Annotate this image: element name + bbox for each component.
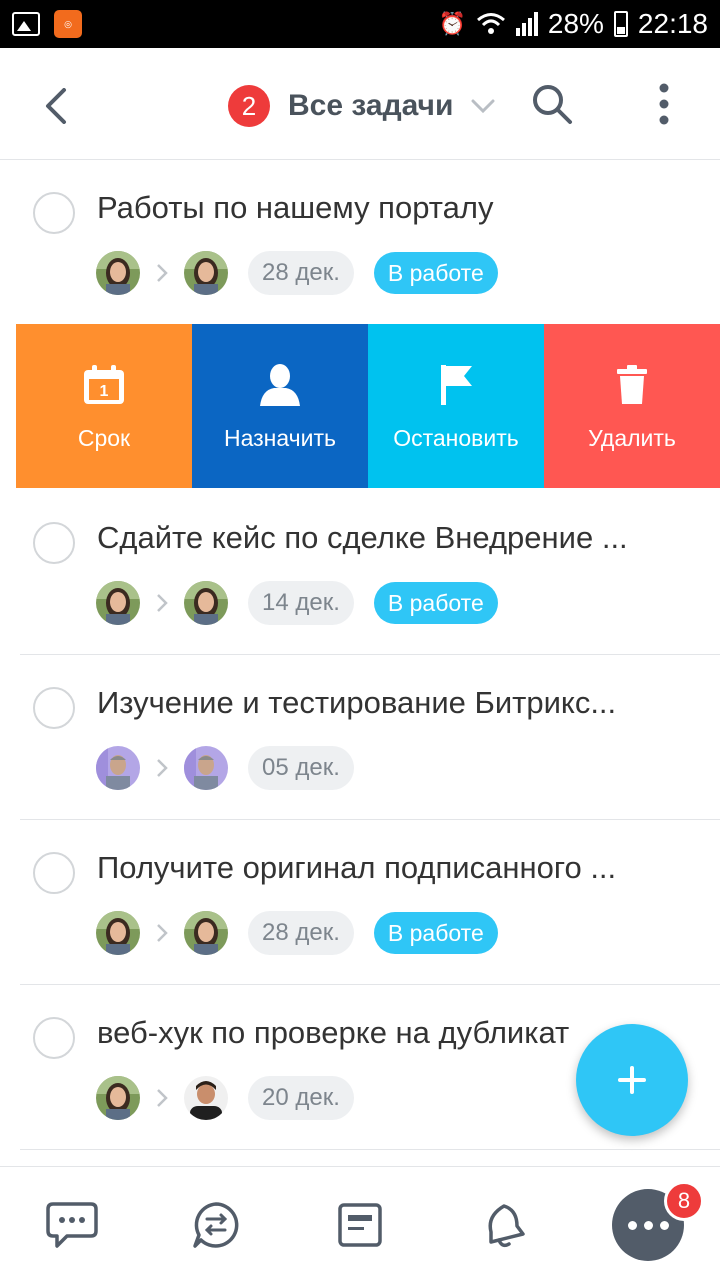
page-title: Все задачи <box>288 89 454 122</box>
task-complete-checkbox[interactable] <box>33 1017 75 1059</box>
status-badge: В работе <box>373 582 498 624</box>
notification-count-badge: 8 <box>664 1181 704 1221</box>
swipe-actions: 1 Срок Назначить Остановить Удалить <box>16 324 720 488</box>
creator-avatar <box>96 1076 140 1120</box>
creator-avatar <box>96 746 140 790</box>
deadline-pill: 05 дек. <box>248 746 354 790</box>
action-label: Удалить <box>588 424 676 451</box>
task-title: Работы по нашему порталу <box>97 190 494 225</box>
more-menu-button[interactable] <box>644 82 684 126</box>
deadline-pill: 20 дек. <box>248 1076 354 1120</box>
task-title: Получите оригинал подписанного ... <box>97 850 617 885</box>
person-icon <box>260 363 300 406</box>
responsible-avatar <box>184 746 228 790</box>
news-icon <box>338 1203 382 1247</box>
chevron-right-icon <box>140 746 184 790</box>
status-badge: В работе <box>373 912 498 954</box>
nav-news[interactable] <box>332 1197 388 1253</box>
plus-icon <box>618 1066 646 1094</box>
task-complete-checkbox[interactable] <box>33 687 75 729</box>
filter-selector[interactable]: 2 Все задачи <box>228 84 495 128</box>
task-complete-checkbox[interactable] <box>33 192 75 234</box>
clock: 22:18 <box>637 8 708 39</box>
task-title: Сдайте кейс по сделке Внедрение ... <box>97 520 628 555</box>
calendar-icon: 1 <box>84 364 124 404</box>
task-meta: 14 дек. В работе <box>96 581 498 625</box>
assign-action-button[interactable]: Назначить <box>192 324 368 488</box>
flag-icon <box>441 364 472 405</box>
chevron-right-icon <box>140 1076 184 1120</box>
status-badge: В работе <box>373 252 498 294</box>
creator-avatar <box>96 251 140 295</box>
trash-icon <box>617 364 647 404</box>
svg-text:1: 1 <box>100 383 109 400</box>
task-complete-checkbox[interactable] <box>33 522 75 564</box>
task-item[interactable]: Изучение и тестирование Битрикс... 05 де… <box>20 655 720 820</box>
more-vertical-icon <box>659 83 669 125</box>
action-label: Срок <box>77 424 131 451</box>
deadline-action-button[interactable]: 1 Срок <box>16 324 192 488</box>
notifications-icon <box>488 1204 525 1248</box>
task-item[interactable]: Получите оригинал подписанного ... 28 де… <box>20 820 720 985</box>
deadline-pill: 28 дек. <box>248 911 354 955</box>
search-icon <box>533 85 572 124</box>
task-title: Изучение и тестирование Битрикс... <box>97 685 617 720</box>
alarm-icon: ⏰ <box>438 11 466 36</box>
back-arrow-icon <box>46 88 66 124</box>
responsible-avatar <box>184 581 228 625</box>
battery-percent: 28% <box>547 8 604 39</box>
nav-channels[interactable] <box>188 1197 244 1253</box>
responsible-avatar <box>184 1076 228 1120</box>
task-meta: 28 дек. В работе <box>96 911 498 955</box>
gallery-notification-icon <box>12 12 40 36</box>
task-count-badge: 2 <box>228 85 270 127</box>
task-meta: 05 дек. <box>96 746 354 790</box>
app-notification-icon: ◎ <box>54 10 82 38</box>
action-label: Остановить <box>393 424 519 451</box>
responsible-avatar <box>184 911 228 955</box>
dot-icon <box>659 1220 669 1230</box>
chevron-down-icon <box>471 99 495 113</box>
deadline-pill: 28 дек. <box>248 251 354 295</box>
dot-icon <box>627 1220 637 1230</box>
search-button[interactable] <box>530 82 574 126</box>
task-item[interactable]: Работы по нашему порталу 28 дек. В работ… <box>20 160 720 325</box>
chat-icon <box>46 1202 98 1248</box>
channels-icon <box>193 1202 239 1248</box>
task-meta: 20 дек. <box>96 1076 354 1120</box>
wifi-icon <box>476 13 505 34</box>
creator-avatar <box>96 581 140 625</box>
battery-icon <box>613 11 628 37</box>
add-task-button[interactable] <box>576 1024 688 1136</box>
nav-chat[interactable] <box>44 1197 100 1253</box>
back-button[interactable] <box>34 84 78 128</box>
status-bar: ◎ ⏰ 28% 22:18 <box>0 0 720 48</box>
responsible-avatar <box>184 251 228 295</box>
task-meta: 28 дек. В работе <box>96 251 498 295</box>
creator-avatar <box>96 911 140 955</box>
deadline-pill: 14 дек. <box>248 581 354 625</box>
chevron-right-icon <box>140 581 184 625</box>
chevron-right-icon <box>140 251 184 295</box>
app-header: 2 Все задачи <box>0 48 720 160</box>
task-item[interactable]: Сдайте кейс по сделке Внедрение ... 14 д… <box>20 490 720 655</box>
stop-action-button[interactable]: Остановить <box>368 324 544 488</box>
bottom-navigation: 8 <box>0 1166 720 1280</box>
dot-icon <box>643 1220 653 1230</box>
chevron-right-icon <box>140 911 184 955</box>
action-label: Назначить <box>223 424 337 451</box>
signal-icon <box>515 12 538 36</box>
delete-action-button[interactable]: Удалить <box>544 324 720 488</box>
task-complete-checkbox[interactable] <box>33 852 75 894</box>
nav-notifications[interactable] <box>474 1197 530 1253</box>
